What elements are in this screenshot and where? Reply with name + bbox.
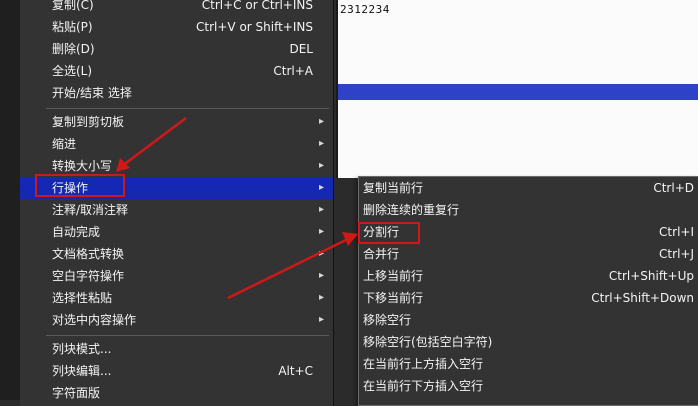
arrow-head-to-split-lines: [342, 232, 358, 246]
arrow-line-to-line-operations: [121, 117, 187, 167]
arrow-line-to-split-lines: [227, 236, 351, 300]
annotation-arrows: [116, 117, 358, 300]
